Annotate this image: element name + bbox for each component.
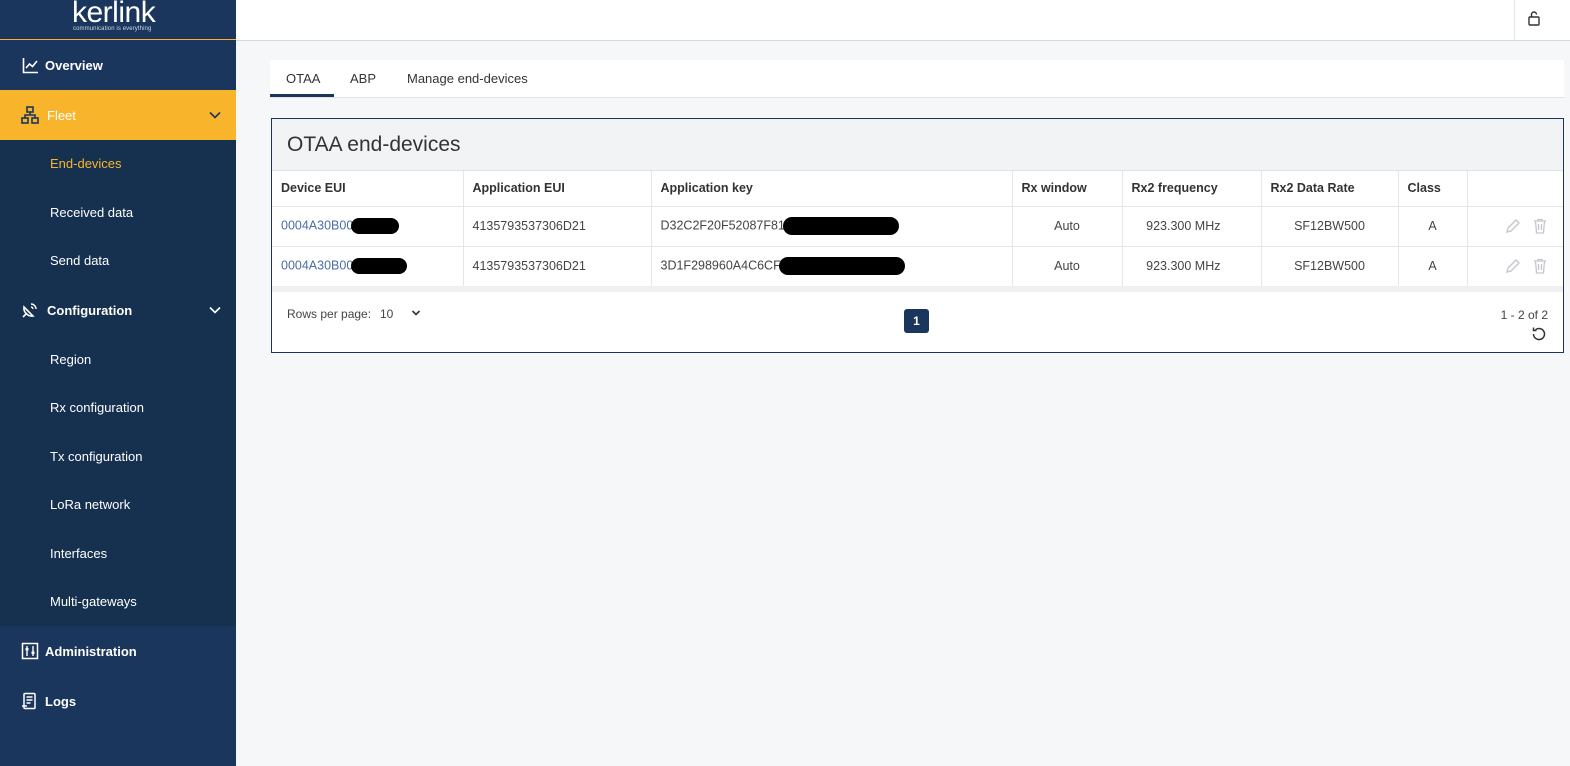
- nav-overview-label: Overview: [45, 57, 103, 73]
- configuration-submenu: Region Rx configuration Tx configuration…: [0, 334, 236, 626]
- table-footer-divider: [272, 286, 1563, 292]
- nav-logs-label: Logs: [45, 693, 77, 709]
- otaa-card: OTAA end-devices Device EUI Application …: [271, 118, 1564, 353]
- col-rx2-frequency[interactable]: Rx2 frequency: [1122, 171, 1262, 207]
- device-eui-link[interactable]: 0004A30B00: [281, 258, 353, 272]
- col-rx-window[interactable]: Rx window: [1012, 171, 1123, 207]
- redaction-mark: [778, 257, 905, 275]
- sidebar-item-rx-configuration[interactable]: Rx configuration: [50, 400, 144, 415]
- actions-cell: [1467, 206, 1563, 247]
- rx-window-cell: Auto: [1012, 206, 1123, 247]
- app-key-text: 3D1F298960A4C6CF: [660, 258, 781, 273]
- col-application-eui[interactable]: Application EUI: [463, 171, 652, 207]
- nav-fleet-label: Fleet: [47, 107, 76, 123]
- app-key-cell: D32C2F20F52087F81: [651, 206, 1013, 247]
- fleet-submenu: End-devices Received data Send data: [0, 140, 236, 286]
- nav-logs[interactable]: Logs: [0, 676, 236, 726]
- tab-bar: OTAA ABP Manage end-devices: [270, 60, 1564, 98]
- rx2-frequency-cell: 923.300 MHz: [1122, 246, 1262, 287]
- page-1-button[interactable]: 1: [904, 309, 929, 333]
- sidebar-item-received-data[interactable]: Received data: [50, 205, 133, 220]
- col-class[interactable]: Class: [1398, 171, 1468, 207]
- chevron-down-icon: [208, 303, 222, 317]
- sidebar-item-tx-configuration[interactable]: Tx configuration: [50, 449, 143, 464]
- rx-window-cell: Auto: [1012, 246, 1123, 287]
- delete-trash-icon[interactable]: [1531, 217, 1549, 235]
- table-header-row: Device EUI Application EUI Application k…: [272, 171, 1563, 207]
- rows-per-page-label: Rows per page:: [287, 307, 372, 321]
- col-rx2-data-rate[interactable]: Rx2 Data Rate: [1261, 171, 1399, 207]
- col-actions: [1467, 171, 1563, 207]
- actions-cell: [1467, 246, 1563, 287]
- top-bar: [236, 0, 1570, 41]
- app-eui-cell: 4135793537306D21: [463, 246, 652, 287]
- rx2-data-rate-cell: SF12BW500: [1261, 246, 1399, 287]
- sidebar-item-end-devices[interactable]: End-devices: [50, 156, 122, 171]
- nav-administration-label: Administration: [45, 643, 137, 659]
- sidebar-item-lora-network[interactable]: LoRa network: [50, 497, 130, 512]
- app-key-text: D32C2F20F52087F81: [660, 218, 785, 233]
- rx2-frequency-cell: 923.300 MHz: [1122, 206, 1262, 247]
- device-eui-link[interactable]: 0004A30B00: [281, 218, 353, 232]
- app-key-cell: 3D1F298960A4C6CF: [651, 246, 1013, 287]
- chevron-down-icon: [411, 307, 421, 321]
- tab-manage-end-devices[interactable]: Manage end-devices: [407, 71, 528, 86]
- delete-trash-icon[interactable]: [1531, 257, 1549, 275]
- active-tab-indicator: [270, 94, 334, 97]
- table-row: 0004A30B00 4135793537306D21 D32C2F20F520…: [272, 206, 1563, 247]
- edit-pencil-icon[interactable]: [1504, 217, 1522, 235]
- network-icon: [21, 106, 39, 124]
- redaction-mark: [351, 258, 408, 274]
- sidebar-item-interfaces[interactable]: Interfaces: [50, 546, 107, 561]
- card-header: OTAA end-devices: [272, 119, 1563, 171]
- sidebar-item-region[interactable]: Region: [50, 352, 91, 367]
- sidebar-item-send-data[interactable]: Send data: [50, 253, 109, 268]
- redaction-mark: [782, 217, 899, 235]
- chart-line-icon: [21, 56, 39, 74]
- rx2-data-rate-cell: SF12BW500: [1261, 206, 1399, 247]
- rows-per-page-select[interactable]: 10: [380, 307, 421, 321]
- table-row: 0004A30B00 4135793537306D21 3D1F298960A4…: [272, 246, 1563, 287]
- nav-fleet[interactable]: Fleet: [0, 90, 236, 140]
- redaction-mark: [351, 218, 400, 234]
- sidebar-item-multi-gateways[interactable]: Multi-gateways: [50, 594, 137, 609]
- unlock-icon: [1527, 10, 1541, 31]
- card-title: OTAA end-devices: [287, 133, 461, 156]
- sidebar: kerlink communication is everything Over…: [0, 0, 236, 766]
- nav-administration[interactable]: Administration: [0, 626, 236, 676]
- chevron-down-icon: [208, 108, 222, 122]
- tab-abp[interactable]: ABP: [350, 71, 376, 86]
- logo-tagline: communication is everything: [73, 26, 152, 32]
- tab-otaa[interactable]: OTAA: [286, 71, 320, 86]
- class-cell: A: [1398, 206, 1468, 247]
- class-cell: A: [1398, 246, 1468, 287]
- col-device-eui[interactable]: Device EUI: [272, 171, 464, 207]
- admin-panel-icon: [21, 642, 39, 660]
- device-eui-cell[interactable]: 0004A30B00: [272, 246, 464, 287]
- logs-icon: [21, 692, 39, 710]
- rows-per-page-value: 10: [380, 307, 394, 321]
- nav-configuration-label: Configuration: [47, 302, 133, 318]
- app-eui-cell: 4135793537306D21: [463, 206, 652, 247]
- refresh-icon[interactable]: [1530, 325, 1548, 343]
- end-devices-table: Device EUI Application EUI Application k…: [272, 171, 1563, 287]
- pagination-range: 1 - 2 of 2: [1500, 308, 1548, 322]
- nav-overview[interactable]: Overview: [0, 41, 236, 89]
- device-eui-cell[interactable]: 0004A30B00: [272, 206, 464, 247]
- lock-button[interactable]: [1514, 0, 1552, 40]
- nav-configuration[interactable]: Configuration: [0, 286, 236, 334]
- logo[interactable]: kerlink communication is everything: [0, 0, 236, 40]
- edit-pencil-icon[interactable]: [1504, 257, 1522, 275]
- satellite-dish-icon: [21, 301, 39, 319]
- col-application-key[interactable]: Application key: [651, 171, 1013, 207]
